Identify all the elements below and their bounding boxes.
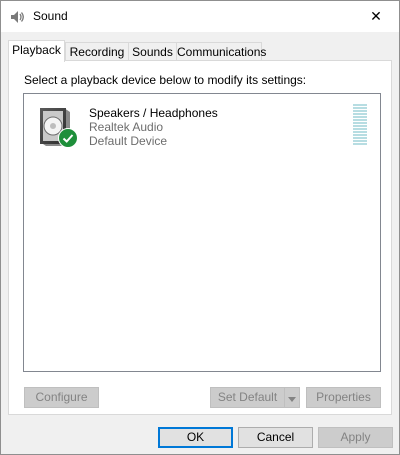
chevron-down-icon [288,391,296,405]
set-default-dropdown[interactable] [284,387,300,408]
set-default-button[interactable]: Set Default [210,387,285,408]
playback-panel: Select a playback device below to modify… [8,60,392,415]
device-status: Default Device [89,134,168,148]
close-button[interactable]: ✕ [353,1,399,32]
device-item-speakers[interactable]: Speakers / Headphones Realtek Audio Defa… [32,102,372,154]
device-driver: Realtek Audio [89,120,164,134]
sound-dialog: Sound ✕ Playback Recording Sounds Commun… [0,0,400,455]
window-title: Sound [33,9,68,23]
instructions-label: Select a playback device below to modify… [24,73,307,87]
ok-button[interactable]: OK [158,427,233,448]
device-name: Speakers / Headphones [89,106,218,120]
close-icon: ✕ [370,8,382,24]
title-bar[interactable]: Sound ✕ [1,1,399,32]
sound-app-icon [9,9,25,25]
tab-communications[interactable]: Communications [176,42,266,61]
cancel-button[interactable]: Cancel [238,427,313,448]
tab-sounds[interactable]: Sounds [128,42,177,61]
tab-recording[interactable]: Recording [65,42,129,61]
device-list[interactable]: Speakers / Headphones Realtek Audio Defa… [23,93,381,372]
tab-playback[interactable]: Playback [8,40,65,62]
default-check-icon [58,128,78,148]
level-meter [353,104,367,146]
apply-button[interactable]: Apply [318,427,393,448]
properties-button[interactable]: Properties [306,387,381,408]
configure-button[interactable]: Configure [24,387,99,408]
